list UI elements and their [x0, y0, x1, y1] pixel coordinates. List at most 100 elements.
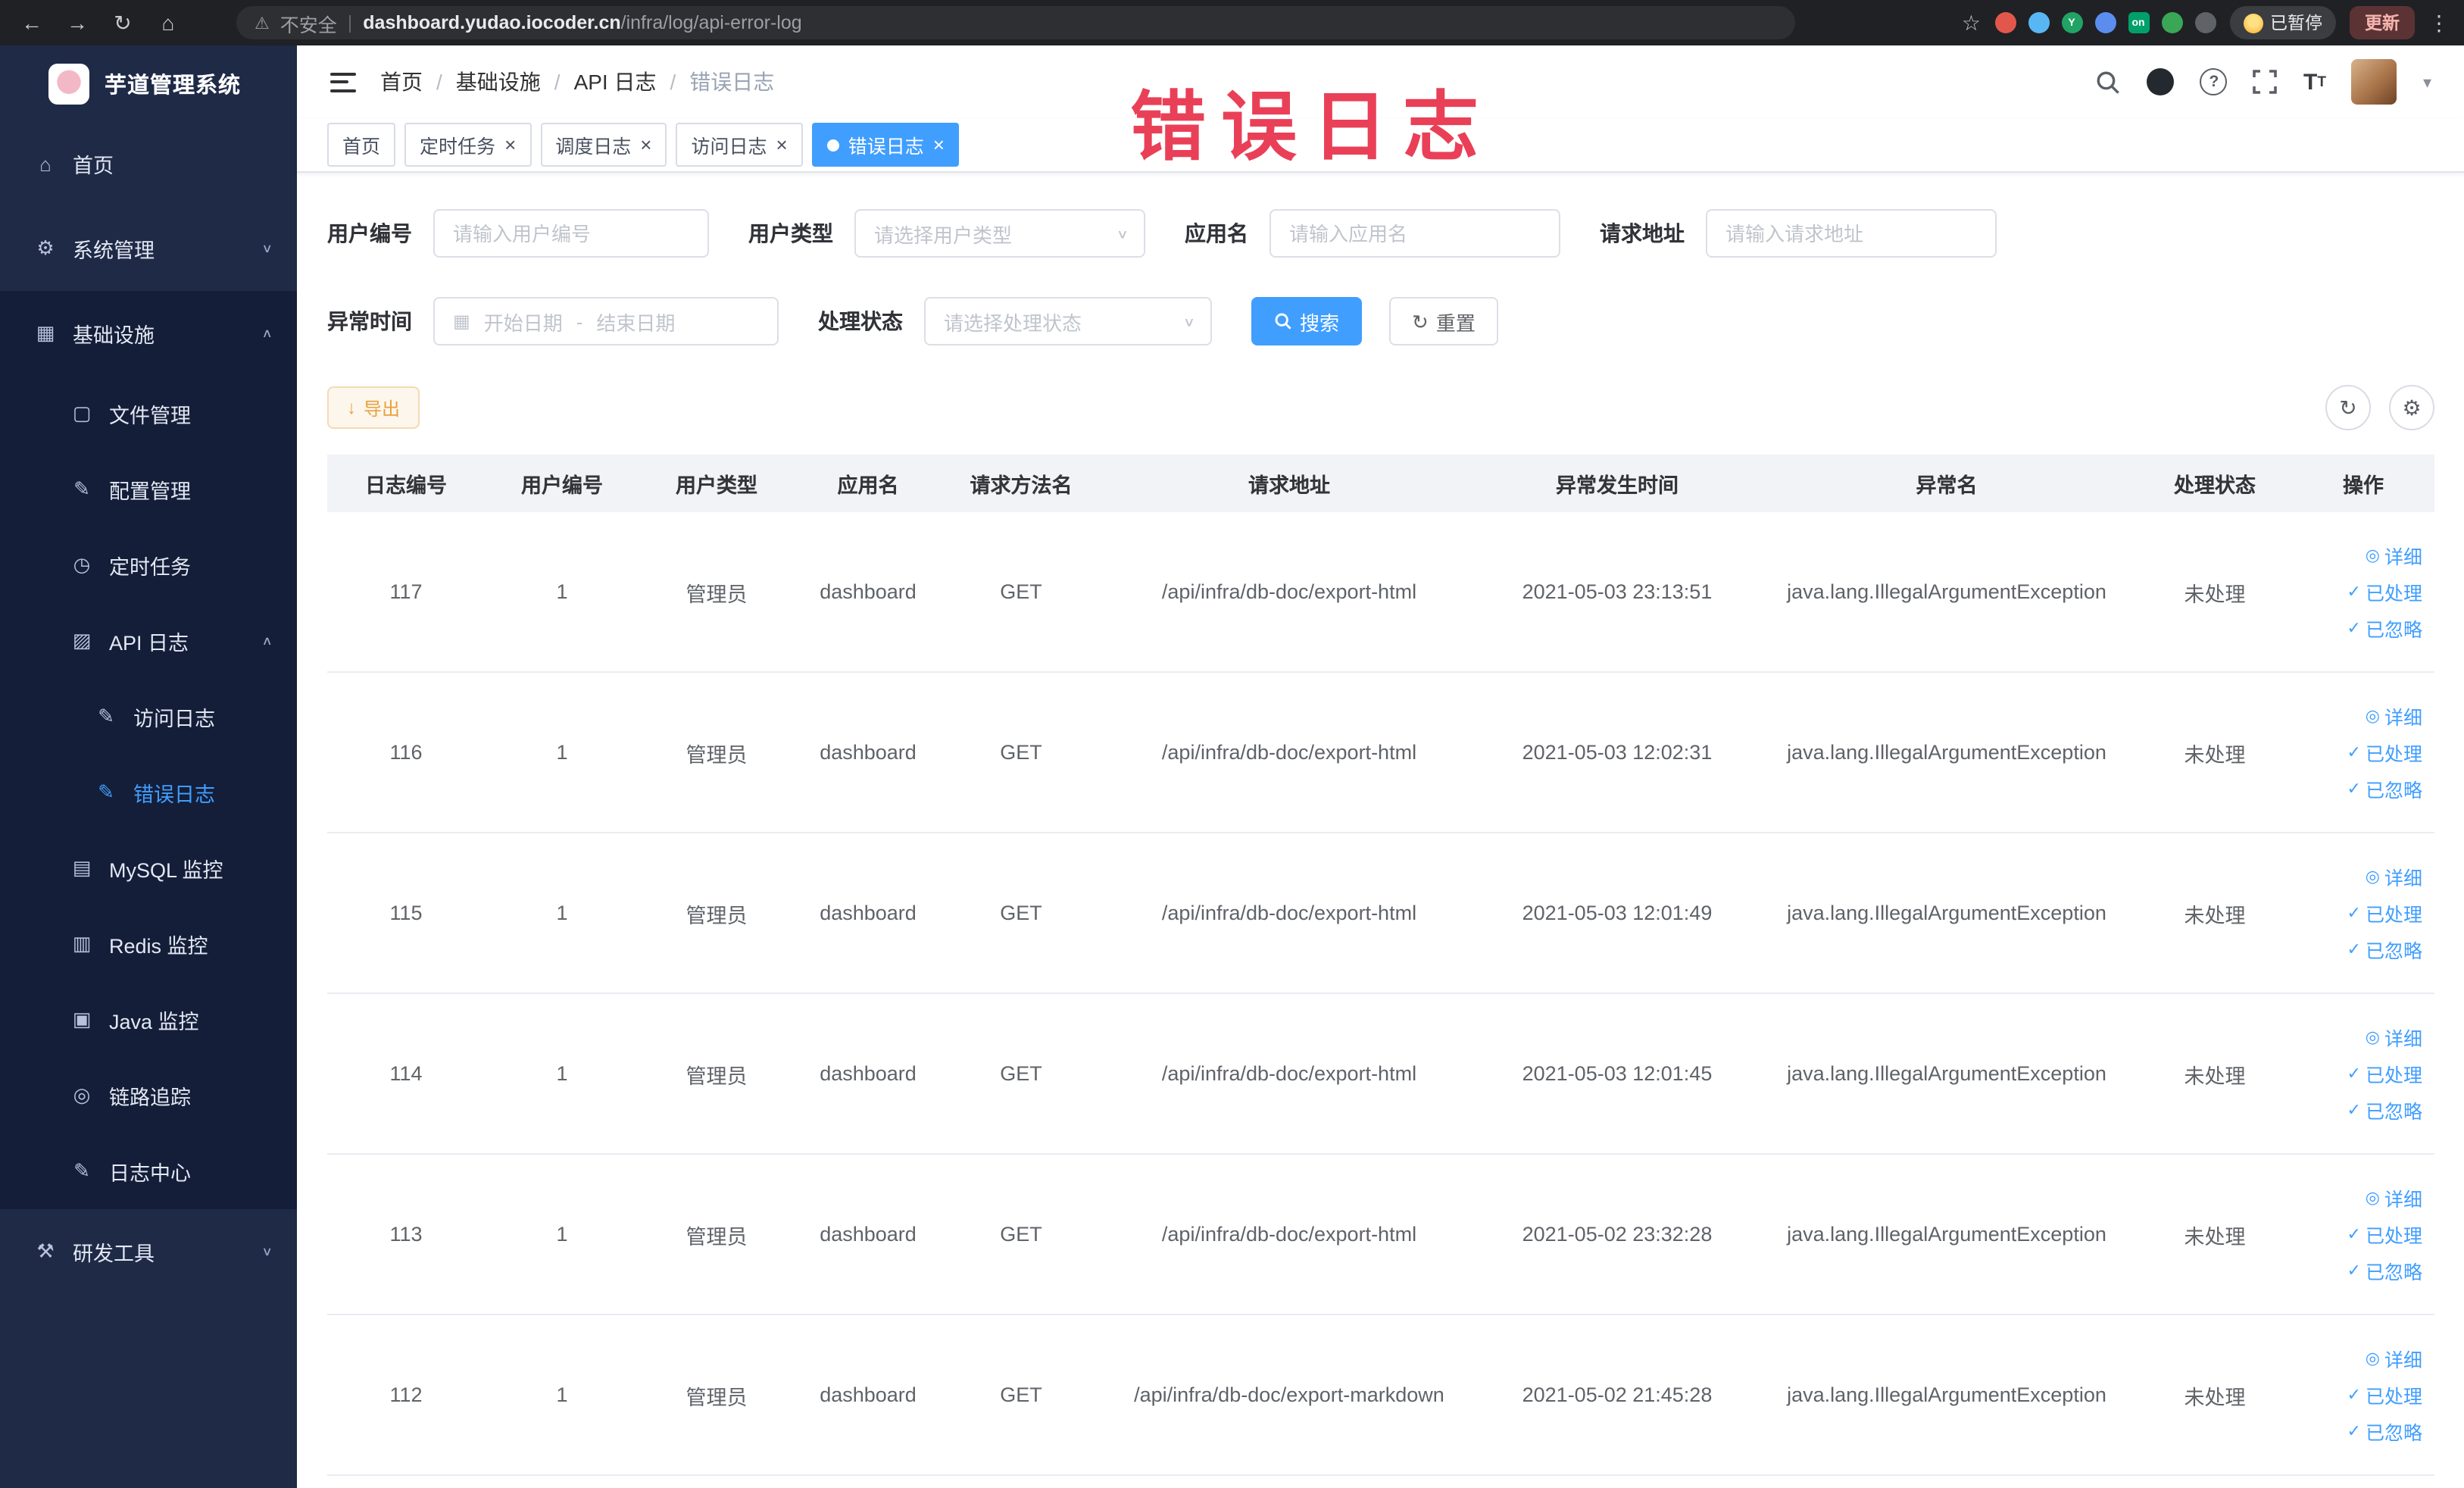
paused-extension-button[interactable]: 已暂停 — [2229, 6, 2336, 39]
row-action-link[interactable]: ◎ 详细 — [2366, 541, 2422, 570]
row-action-label: 已处理 — [2365, 1065, 2422, 1086]
row-action-link[interactable]: ✓ 已忽略 — [2347, 1096, 2422, 1124]
sidebar-item[interactable]: ✎ 错误日志 — [0, 755, 297, 830]
sidebar-item[interactable]: ◎ 链路追踪 — [0, 1058, 297, 1133]
github-icon[interactable] — [2147, 68, 2175, 95]
column-settings-button[interactable]: ⚙ — [2389, 385, 2434, 430]
table-cell: java.lang.IllegalArgumentException — [1787, 741, 2106, 764]
extension-drop-icon[interactable] — [2028, 12, 2049, 33]
row-action-link[interactable]: ✓ 已处理 — [2347, 738, 2422, 767]
row-action-link[interactable]: ✓ 已忽略 — [2347, 774, 2422, 803]
close-icon[interactable]: × — [640, 135, 651, 155]
tab[interactable]: 访问日志 × — [676, 123, 803, 167]
request-url-input[interactable] — [1706, 209, 1997, 258]
sidebar-item[interactable]: ▢ 文件管理 — [0, 376, 297, 452]
bookmark-star-icon[interactable]: ☆ — [1962, 10, 1981, 36]
address-bar[interactable]: ⚠ 不安全 | dashboard.yudao.iocoder.cn/infra… — [236, 6, 1795, 39]
sidebar-item[interactable]: ✎ 访问日志 — [0, 679, 297, 755]
reload-icon[interactable]: ↻ — [106, 6, 139, 39]
row-action-label: 已忽略 — [2365, 780, 2422, 802]
sidebar-item-label: 定时任务 — [109, 556, 191, 579]
user-type-select[interactable]: 请选择用户类型 ∨ — [854, 209, 1145, 258]
tab[interactable]: 调度日志 × — [540, 123, 667, 167]
help-icon[interactable]: ? — [2200, 68, 2228, 95]
browser-home-icon[interactable]: ⌂ — [151, 6, 185, 39]
export-button-label: 导出 — [364, 398, 401, 419]
row-action-link[interactable]: ◎ 详细 — [2366, 862, 2422, 891]
exception-time-range[interactable]: ▦ 开始日期 - 结束日期 — [433, 297, 779, 345]
breadcrumb-item[interactable]: API 日志 — [574, 67, 657, 97]
sidebar-item[interactable]: ✎ 日志中心 — [0, 1133, 297, 1209]
forward-icon[interactable]: → — [61, 6, 94, 39]
row-action-link[interactable]: ✓ 已忽略 — [2347, 935, 2422, 964]
row-action-link[interactable]: ✓ 已忽略 — [2347, 1417, 2422, 1446]
row-action-link[interactable]: ◎ 详细 — [2366, 702, 2422, 730]
close-icon[interactable]: × — [776, 135, 788, 155]
row-action-link[interactable]: ◎ 详细 — [2366, 1023, 2422, 1052]
search-button[interactable]: 搜索 — [1251, 297, 1363, 345]
eye-icon: ◎ — [2365, 547, 2380, 565]
avatar[interactable] — [2351, 59, 2397, 105]
sidebar-item[interactable]: ⚙ 系统管理 ∨ — [0, 206, 297, 291]
extension-red-icon[interactable] — [1994, 12, 2016, 33]
sidebar-item[interactable]: ▤ MySQL 监控 — [0, 830, 297, 906]
tab[interactable]: 错误日志 × — [811, 123, 960, 167]
sidebar-item[interactable]: ▥ Redis 监控 — [0, 906, 297, 982]
refresh-button[interactable]: ↻ — [2325, 385, 2371, 430]
search-icon[interactable] — [2096, 69, 2122, 95]
extension-paw-icon[interactable] — [2194, 12, 2216, 33]
sidebar-item[interactable]: ◷ 定时任务 — [0, 527, 297, 603]
sidebar-item[interactable]: ⌂ 首页 — [0, 121, 297, 206]
browser-extensions: Yon — [1994, 12, 2216, 33]
row-action-link[interactable]: ✓ 已处理 — [2347, 577, 2422, 606]
breadcrumb-item[interactable]: 首页 — [380, 67, 423, 97]
browser-chrome: ← → ↻ ⌂ ⚠ 不安全 | dashboard.yudao.iocoder.… — [0, 0, 2464, 45]
row-action-link[interactable]: ✓ 已处理 — [2347, 1059, 2422, 1088]
table-cell: 113 — [389, 1223, 423, 1246]
row-action-link[interactable]: ◎ 详细 — [2366, 1183, 2422, 1212]
table-cell: 2021-05-02 21:45:28 — [1522, 1383, 1713, 1406]
row-action-link[interactable]: ✓ 已处理 — [2347, 1380, 2422, 1409]
row-action-link[interactable]: ✓ 已处理 — [2347, 1220, 2422, 1249]
user-id-input[interactable] — [433, 209, 709, 258]
extension-grid-icon[interactable] — [2094, 12, 2116, 33]
reset-button[interactable]: ↻ 重置 — [1389, 297, 1498, 345]
close-icon[interactable]: × — [933, 135, 945, 155]
sidebar-item[interactable]: ▨ API 日志 ∧ — [0, 603, 297, 679]
back-icon[interactable]: ← — [15, 6, 48, 39]
row-action-link[interactable]: ✓ 已忽略 — [2347, 1256, 2422, 1285]
app-name-input[interactable] — [1269, 209, 1560, 258]
sidebar-item[interactable]: ⚒ 研发工具 ∨ — [0, 1209, 297, 1294]
table-cell: dashboard — [820, 1223, 917, 1246]
tab[interactable]: 首页 — [327, 123, 396, 167]
row-action-link[interactable]: ◎ 详细 — [2366, 1344, 2422, 1373]
extension-green-circle-icon[interactable]: Y — [2061, 12, 2082, 33]
sidebar-item[interactable]: ▦ 基础设施 ∧ — [0, 291, 297, 376]
page-url: dashboard.yudao.iocoder.cn/infra/log/api… — [363, 12, 802, 33]
fullscreen-icon[interactable] — [2253, 70, 2278, 94]
row-action-label: 已处理 — [2365, 1226, 2422, 1247]
tab[interactable]: 定时任务 × — [404, 123, 532, 167]
close-icon[interactable]: × — [504, 135, 516, 155]
row-action-link[interactable]: ✓ 已处理 — [2347, 899, 2422, 927]
extension-leaf-icon[interactable] — [2161, 12, 2182, 33]
app-logo[interactable]: 芋道管理系统 — [0, 45, 297, 121]
table-cell: 1 — [556, 1383, 568, 1406]
browser-menu-icon[interactable]: ⋮ — [2428, 10, 2450, 36]
export-button[interactable]: ↓ 导出 — [327, 386, 420, 429]
process-status-select[interactable]: 请选择处理状态 ∨ — [924, 297, 1212, 345]
font-size-icon[interactable]: TT — [2303, 69, 2326, 95]
update-button[interactable]: 更新 — [2350, 6, 2415, 39]
extension-on-badge-icon[interactable]: on — [2128, 12, 2149, 33]
sidebar-item[interactable]: ✎ 配置管理 — [0, 452, 297, 527]
row-action-link[interactable]: ✓ 已忽略 — [2347, 614, 2422, 642]
table-row: 117 1 管理员 dashboard GET/api/infra/db-doc/exp… — [327, 512, 2434, 673]
app-shell: 芋道管理系统 ⌂ 首页 ⚙ 系统管理 ∨ ▦ 基础设施 ∧ ▢ 文件管理 ✎ 配置管理 ◷ 定时任务 ▨ AP… — [0, 45, 2464, 1488]
sidebar-item[interactable]: ▣ Java 监控 — [0, 982, 297, 1058]
menu-collapse-icon[interactable] — [330, 72, 356, 92]
check-icon: ✓ — [2347, 620, 2361, 638]
breadcrumb-item[interactable]: 基础设施 — [456, 67, 541, 97]
table-row: 114 1 管理员 dashboard GET/api/infra/db-doc/exp… — [327, 994, 2434, 1155]
chevron-down-icon[interactable]: ▾ — [2423, 72, 2431, 92]
sidebar-item-label: 日志中心 — [109, 1162, 191, 1185]
